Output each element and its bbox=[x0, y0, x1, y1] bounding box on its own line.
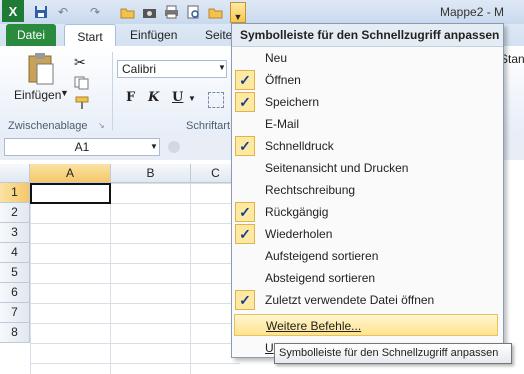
tab-home[interactable]: Start bbox=[64, 24, 116, 48]
clipboard-launcher-icon[interactable]: ↘ bbox=[98, 121, 105, 130]
undo-icon[interactable]: ↶ bbox=[54, 3, 72, 21]
menu-item-zuletzt-verwendete-datei[interactable]: ✓ Zuletzt verwendete Datei öffnen bbox=[232, 289, 503, 311]
menu-item-label: E-Mail bbox=[265, 117, 300, 131]
save-icon[interactable] bbox=[32, 3, 50, 21]
quick-access-toolbar: X ↶ ↷ ▼ Mappe2 - M bbox=[0, 0, 524, 25]
cut-icon[interactable]: ✂ bbox=[74, 54, 86, 71]
row-header-7[interactable]: 7 bbox=[0, 303, 30, 323]
underline-button[interactable]: U bbox=[172, 90, 183, 105]
worksheet-grid[interactable] bbox=[30, 183, 240, 374]
menu-item-schnelldruck[interactable]: ✓ Schnelldruck bbox=[232, 135, 503, 157]
menu-item-label: Absteigend sortieren bbox=[265, 271, 376, 285]
row-header-8[interactable]: 8 bbox=[0, 323, 30, 343]
quick-print-icon[interactable] bbox=[162, 3, 180, 21]
excel-app-icon[interactable]: X bbox=[2, 0, 24, 22]
clipboard-group-label: Zwischenablage bbox=[8, 120, 88, 132]
tooltip: Symbolleiste für den Schnellzugriff anpa… bbox=[274, 343, 512, 364]
menu-item-absteigend-sortieren[interactable]: Absteigend sortieren bbox=[232, 267, 503, 289]
menu-item-label: Rückgängig bbox=[265, 205, 329, 219]
menu-item-label: U bbox=[265, 341, 274, 355]
font-name-input[interactable]: Calibri bbox=[117, 60, 227, 78]
customize-quick-access-menu: Symbolleiste für den Schnellzugriff anpa… bbox=[231, 23, 504, 358]
menu-item-rueckgaengig[interactable]: ✓ Rückgängig bbox=[232, 201, 503, 223]
row-header-5[interactable]: 5 bbox=[0, 263, 30, 283]
checkmark-icon: ✓ bbox=[235, 92, 255, 112]
menu-item-label: Zuletzt verwendete Datei öffnen bbox=[265, 293, 435, 307]
redo-icon[interactable]: ↷ bbox=[86, 3, 104, 21]
row-header-1[interactable]: 1 bbox=[0, 183, 30, 203]
row-header-6[interactable]: 6 bbox=[0, 283, 30, 303]
print-preview-icon[interactable] bbox=[184, 3, 202, 21]
column-header-a[interactable]: A bbox=[30, 164, 111, 183]
menu-item-label: Aufsteigend sortieren bbox=[265, 249, 379, 263]
menu-item-weitere-befehle[interactable]: Weitere Befehle... bbox=[234, 314, 498, 336]
checkmark-icon: ✓ bbox=[235, 290, 255, 310]
copy-icon[interactable] bbox=[74, 76, 90, 93]
bold-button[interactable]: F bbox=[126, 90, 135, 105]
select-all-corner[interactable] bbox=[0, 164, 30, 183]
checkmark-icon: ✓ bbox=[235, 224, 255, 244]
open-folder-icon[interactable] bbox=[118, 3, 136, 21]
active-cell-a1[interactable] bbox=[30, 183, 111, 204]
folder-icon[interactable] bbox=[206, 3, 224, 21]
name-box-dropdown-icon[interactable]: ▼ bbox=[150, 142, 158, 151]
menu-item-label: Seitenansicht und Drucken bbox=[265, 161, 409, 175]
font-dropdown-icon[interactable]: ▼ bbox=[218, 63, 226, 72]
menu-item-wiederholen[interactable]: ✓ Wiederholen bbox=[232, 223, 503, 245]
formula-bar-handle-icon[interactable] bbox=[168, 141, 180, 153]
menu-item-label: Wiederholen bbox=[265, 227, 333, 241]
menu-item-speichern[interactable]: ✓ Speichern bbox=[232, 91, 503, 113]
menu-item-label: Neu bbox=[265, 51, 288, 65]
tab-insert[interactable]: Einfügen bbox=[130, 28, 177, 42]
menu-item-label: Öffnen bbox=[265, 73, 301, 87]
row-header-3[interactable]: 3 bbox=[0, 223, 30, 243]
checkmark-icon: ✓ bbox=[235, 136, 255, 156]
menu-item-email[interactable]: E-Mail bbox=[232, 113, 503, 135]
paste-button-label[interactable]: Einfügen bbox=[14, 88, 61, 102]
menu-item-neu[interactable]: Neu bbox=[232, 47, 503, 69]
border-icon[interactable] bbox=[208, 92, 224, 108]
paste-icon[interactable] bbox=[26, 52, 56, 89]
name-box[interactable]: A1 bbox=[4, 138, 160, 156]
row-header-2[interactable]: 2 bbox=[0, 203, 30, 223]
menu-item-label: Weitere Befehle... bbox=[266, 319, 362, 333]
italic-button[interactable]: K bbox=[148, 90, 159, 105]
checkmark-icon: ✓ bbox=[235, 202, 255, 222]
format-painter-icon[interactable] bbox=[74, 96, 90, 113]
underline-dropdown-icon[interactable]: ▼ bbox=[188, 94, 196, 103]
camera-icon[interactable] bbox=[140, 3, 158, 21]
menu-item-label: Rechtschreibung bbox=[265, 183, 356, 197]
menu-item-oeffnen[interactable]: ✓ Öffnen bbox=[232, 69, 503, 91]
customize-dropdown-icon[interactable]: ▼ bbox=[230, 2, 246, 23]
checkmark-icon: ✓ bbox=[235, 70, 255, 90]
menu-item-label: Speichern bbox=[265, 95, 320, 109]
font-group-label: Schriftart bbox=[186, 120, 231, 132]
tab-file[interactable]: Datei bbox=[6, 24, 56, 46]
window-title: Mappe2 - M bbox=[440, 5, 505, 19]
menu-item-aufsteigend-sortieren[interactable]: Aufsteigend sortieren bbox=[232, 245, 503, 267]
paste-dropdown-icon[interactable]: ▼ bbox=[60, 88, 69, 98]
column-header-b[interactable]: B bbox=[111, 164, 191, 183]
tab-page-layout[interactable]: Seite bbox=[205, 28, 232, 42]
row-header-4[interactable]: 4 bbox=[0, 243, 30, 263]
group-separator bbox=[112, 52, 113, 130]
menu-item-rechtschreibung[interactable]: Rechtschreibung bbox=[232, 179, 503, 201]
menu-item-label: Schnelldruck bbox=[265, 139, 334, 153]
menu-item-seitenansicht[interactable]: Seitenansicht und Drucken bbox=[232, 157, 503, 179]
menu-header: Symbolleiste für den Schnellzugriff anpa… bbox=[232, 24, 503, 47]
